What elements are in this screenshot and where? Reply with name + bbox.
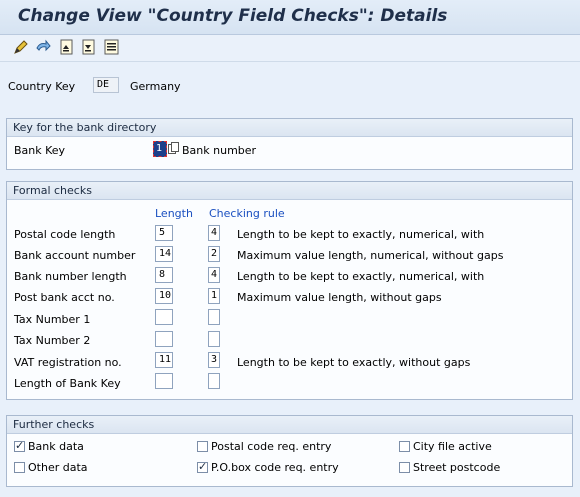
bank-key-label: Bank Key xyxy=(14,144,66,157)
checking-rule-column-header: Checking rule xyxy=(209,207,285,220)
bank-data-checkbox[interactable] xyxy=(14,439,25,452)
post-bank-acct-length-field[interactable]: 10 xyxy=(155,288,173,304)
bank-key-text: Bank number xyxy=(182,144,257,157)
tax-number-1-length-field[interactable] xyxy=(155,309,173,325)
country-key-field[interactable]: DE xyxy=(93,77,119,93)
length-of-bank-key-label: Length of Bank Key xyxy=(14,377,121,390)
street-postcode-label: Street postcode xyxy=(413,461,501,474)
bank-directory-header: Key for the bank directory xyxy=(7,119,572,137)
length-column-header: Length xyxy=(155,207,193,220)
bank-data-label: Bank data xyxy=(28,440,84,453)
tax-number-2-length-field[interactable] xyxy=(155,331,173,347)
other-data-label: Other data xyxy=(28,461,88,474)
other-data-checkbox[interactable] xyxy=(14,462,25,473)
postal-code-length-label: Postal code length xyxy=(14,228,116,241)
application-toolbar xyxy=(0,35,580,62)
po-box-code-req-entry-checkbox[interactable] xyxy=(197,460,208,473)
tax-number-2-label: Tax Number 2 xyxy=(14,334,91,347)
bank-account-length-field[interactable]: 14 xyxy=(155,246,173,262)
further-checks-header: Further checks xyxy=(7,416,572,434)
bank-key-length-field[interactable] xyxy=(155,373,173,389)
other-entry-icon[interactable] xyxy=(35,39,51,55)
bank-account-rule-desc: Maximum value length, numerical, without… xyxy=(237,249,504,262)
street-postcode-checkbox[interactable] xyxy=(399,462,410,473)
city-file-active-label: City file active xyxy=(413,440,492,453)
country-key-label: Country Key xyxy=(8,80,76,93)
vat-registration-length-field[interactable]: 11 xyxy=(155,352,173,368)
tax-number-1-label: Tax Number 1 xyxy=(14,313,91,326)
bank-number-length-field[interactable]: 8 xyxy=(155,267,173,283)
postal-code-req-entry-label: Postal code req. entry xyxy=(211,440,332,453)
bank-directory-group: Key for the bank directory xyxy=(6,118,573,170)
next-entry-icon[interactable] xyxy=(104,39,120,55)
country-name: Germany xyxy=(130,80,181,93)
first-entry-icon[interactable] xyxy=(59,39,75,55)
value-help-icon[interactable] xyxy=(168,142,180,154)
bank-key-rule-field[interactable] xyxy=(208,373,220,389)
postal-code-req-entry-checkbox[interactable] xyxy=(197,441,208,452)
postal-code-rule-desc: Length to be kept to exactly, numerical,… xyxy=(237,228,485,241)
vat-registration-rule-field[interactable]: 3 xyxy=(208,352,220,368)
bank-key-field[interactable]: 1 xyxy=(153,141,167,157)
post-bank-acct-rule-field[interactable]: 1 xyxy=(208,288,220,304)
previous-entry-icon[interactable] xyxy=(81,39,97,55)
postal-code-length-field[interactable]: 5 xyxy=(155,225,173,241)
bank-number-length-label: Bank number length xyxy=(14,270,127,283)
vat-registration-label: VAT registration no. xyxy=(14,356,122,369)
po-box-code-req-entry-label: P.O.box code req. entry xyxy=(211,461,339,474)
title-bar: Change View "Country Field Checks": Deta… xyxy=(0,0,580,35)
postal-code-rule-field[interactable]: 4 xyxy=(208,225,220,241)
vat-registration-rule-desc: Length to be kept to exactly, without ga… xyxy=(237,356,471,369)
formal-checks-header: Formal checks xyxy=(7,182,572,200)
page-title: Change View "Country Field Checks": Deta… xyxy=(18,6,448,26)
bank-account-rule-field[interactable]: 2 xyxy=(208,246,220,262)
edit-pen-icon[interactable] xyxy=(13,39,29,55)
post-bank-acct-rule-desc: Maximum value length, without gaps xyxy=(237,291,442,304)
bank-number-rule-field[interactable]: 4 xyxy=(208,267,220,283)
post-bank-acct-label: Post bank acct no. xyxy=(14,291,115,304)
bank-number-rule-desc: Length to be kept to exactly, numerical,… xyxy=(237,270,485,283)
tax-number-2-rule-field[interactable] xyxy=(208,331,220,347)
bank-account-number-label: Bank account number xyxy=(14,249,136,262)
tax-number-1-rule-field[interactable] xyxy=(208,309,220,325)
city-file-active-checkbox[interactable] xyxy=(399,441,410,452)
